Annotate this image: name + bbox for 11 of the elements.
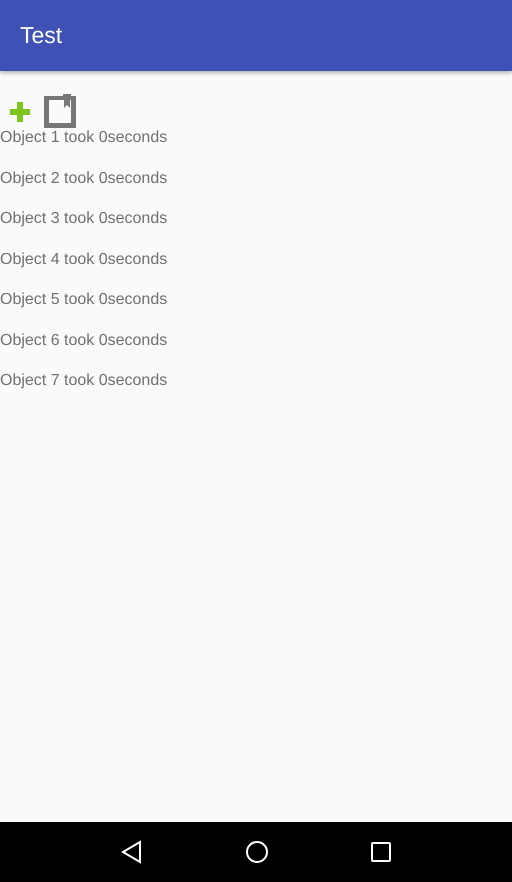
app-title: Test xyxy=(20,22,62,49)
list-item: Object 3 took 0seconds xyxy=(0,209,168,229)
bookmark-icon[interactable] xyxy=(44,94,76,128)
list-item: Object 4 took 0seconds xyxy=(0,250,168,270)
list-item: Object 1 took 0seconds xyxy=(0,128,168,148)
list-item: Object 6 took 0seconds xyxy=(0,330,168,350)
home-icon[interactable] xyxy=(244,840,269,864)
recents-icon[interactable] xyxy=(370,841,392,863)
list-item: Object 5 took 0seconds xyxy=(0,290,168,310)
list-item: Object 2 took 0seconds xyxy=(0,168,168,188)
list-item: Object 7 took 0seconds xyxy=(0,371,168,391)
